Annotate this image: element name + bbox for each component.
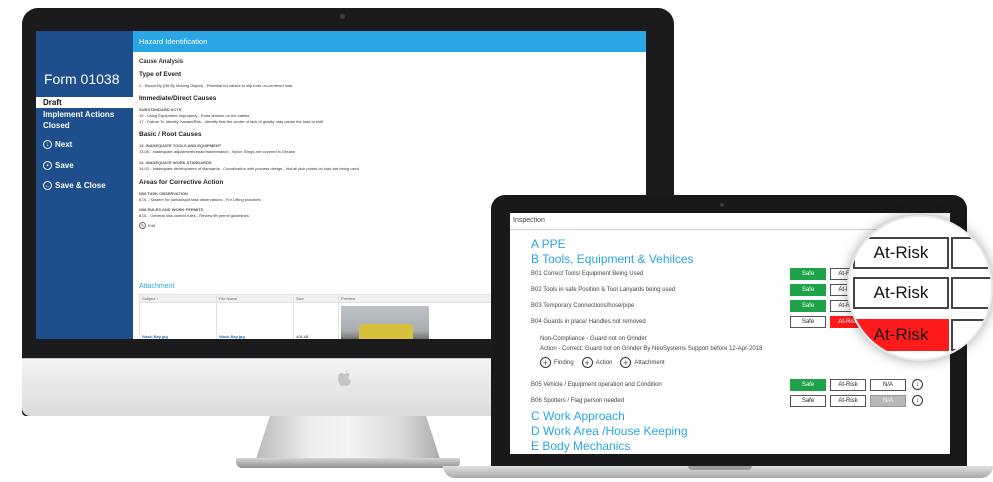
magnified-next-button [951,237,991,269]
attachment-size: 406 kB [296,334,309,339]
corrective-action-heading: Areas for Corrective Action [139,179,224,186]
column-header-size[interactable]: Size [293,294,339,303]
corrective-group: N06 TASK OBSERVATION [139,191,188,196]
edit-button[interactable]: ✎ Edit [139,222,155,229]
column-header-preview[interactable]: Preview [338,294,509,303]
attachment-heading: Attachment [139,283,175,290]
basic-cause-item: 13.05 - Inadequate adjustment/repair/mai… [139,149,296,154]
question-label: B01 Correct Tools/ Equipment Being Used [531,271,644,277]
basic-root-causes-heading: Basic / Root Causes [139,131,202,138]
action-text: Action - Correct: Guard not on Grinder B… [540,346,763,352]
column-header-subject[interactable]: Subject ↑ [139,294,217,303]
truck-body-shape [359,323,413,339]
attachment-preview-image[interactable] [341,305,429,339]
table-row[interactable]: Wash Bay.jpg Wash Bay.jpg 406 kB [139,302,509,339]
question-label: B06 Spotters / Flag person needed [531,398,625,404]
na-button[interactable]: N/A [870,379,906,391]
laptop-camera [720,203,724,207]
cause-analysis-heading: Cause Analysis [139,59,184,65]
add-finding-label[interactable]: Finding [554,360,574,366]
status-closed[interactable]: Closed [36,120,133,131]
form-sidebar: Form 01038 Draft Implement Actions Close… [36,31,133,339]
safe-button[interactable]: Safe [790,300,826,312]
corrective-item: 8.01 - General loss control rules - Revi… [139,213,249,218]
table-header-row: Subject ↑ File Name Size Preview [139,294,509,303]
next-button[interactable]: ↓ Next [43,140,72,149]
monitor-camera [340,14,345,19]
edit-label: Edit [148,223,155,228]
arrow-down-circle-icon[interactable]: ↓ [912,395,923,406]
save-and-close-label: Save & Close [55,181,106,190]
column-header-file-name[interactable]: File Name [216,294,294,303]
na-button-selected[interactable]: N/A [870,395,906,407]
magnified-at-risk-button: At-Risk [853,277,949,309]
magnified-at-risk-button: At-Risk [853,237,949,269]
save-circle-icon: ▪ [43,161,52,170]
add-attachment-label[interactable]: Attachment [634,360,664,366]
status-draft[interactable]: Draft [36,97,133,108]
magnified-next-button [951,277,991,309]
safe-button[interactable]: Safe [790,395,826,407]
add-finding-plus-icon[interactable]: + [540,357,551,368]
add-attachment-plus-icon[interactable]: + [620,357,632,368]
question-label: B04 Guards in place/ Handles not removed [531,319,646,325]
apple-logo-icon [336,370,352,388]
safe-button[interactable]: Safe [790,284,826,296]
form-number: Form 01038 [44,71,120,87]
section-c-work-approach[interactable]: C Work Approach [531,409,625,423]
type-of-event-heading: Type of Event [139,71,182,78]
monitor-stand-foot [236,458,460,468]
section-b-tools[interactable]: B Tools, Equipment & Vehilces [531,252,694,266]
basic-cause-group: 13. INADEQUATE TOOLS AND EQUIPMENT [139,143,222,148]
arrow-down-circle-icon[interactable]: ↓ [912,379,923,390]
add-items-row: + Finding + Action + Attachment [540,357,665,368]
finding-text: Non-Compliance - Guard not on Grinder [540,336,647,342]
pencil-icon: ✎ [139,222,146,229]
basic-cause-group: 14. INADEQUATE WORK STANDARDS [139,160,212,165]
safe-button[interactable]: Safe [790,379,826,391]
magnified-next-button [951,319,991,351]
question-label: B05 Vehicle / Equipment operation and Co… [531,382,662,388]
status-implement-actions[interactable]: Implement Actions [36,109,133,120]
corrective-item: 6.01 - System for partial/spot task obse… [139,197,261,202]
attachment-subject-link[interactable]: Wash Bay.jpg [142,334,168,339]
type-of-event-item: 2 - Struck By (Hit By Moving Object) - P… [139,83,293,88]
attachment-file-link[interactable]: Wash Bay.jpg [219,334,245,339]
substandard-acts-label: SUBSTANDARD ACTS [139,107,182,112]
immediate-cause-item: 15 - Using Equipment Improperly - Extra … [139,113,250,118]
add-action-label[interactable]: Action [596,360,613,366]
section-e-body-mechanics[interactable]: E Body Mechanics [531,439,630,453]
save-and-close-button[interactable]: ← Save & Close [43,181,106,190]
magnifier-callout: At-Risk At-Risk At-Risk [847,215,993,361]
save-label: Save [55,161,74,170]
laptop-opening-notch [688,466,752,470]
immediate-cause-item: 17 - Failure To Identify Hazard/Risk - I… [139,119,324,124]
at-risk-button[interactable]: At-Risk [830,379,866,391]
immediate-causes-heading: Immediate/Direct Causes [139,95,217,102]
corrective-group: N08 RULES AND WORK PERMITS [139,207,204,212]
form-header-bar: Hazard Identification [133,31,646,52]
question-label: B02 Tools in safe Position & Tool Lanyar… [531,287,676,293]
question-label: B03 Temporary Connections/hose/pipe [531,303,635,309]
magnified-at-risk-selected: At-Risk [853,319,949,351]
at-risk-button[interactable]: At-Risk [830,395,866,407]
arrow-left-circle-icon: ← [43,181,52,190]
save-button[interactable]: ▪ Save [43,161,74,170]
basic-cause-item: 14.02 - Inadequate development of standa… [139,166,359,171]
form-header-title: Hazard Identification [139,37,208,46]
safe-button[interactable]: Safe [790,316,826,328]
inspection-window-title: Inspection [513,217,545,224]
add-action-plus-icon[interactable]: + [581,357,593,368]
section-a-ppe[interactable]: A PPE [531,237,566,251]
monitor-stand-neck [255,416,441,462]
safe-button[interactable]: Safe [790,268,826,280]
attachment-table: Subject ↑ File Name Size Preview Wash Ba… [139,294,509,339]
next-label: Next [55,140,73,149]
arrow-down-circle-icon: ↓ [43,140,52,149]
section-d-work-area[interactable]: D Work Area /House Keeping [531,424,688,438]
